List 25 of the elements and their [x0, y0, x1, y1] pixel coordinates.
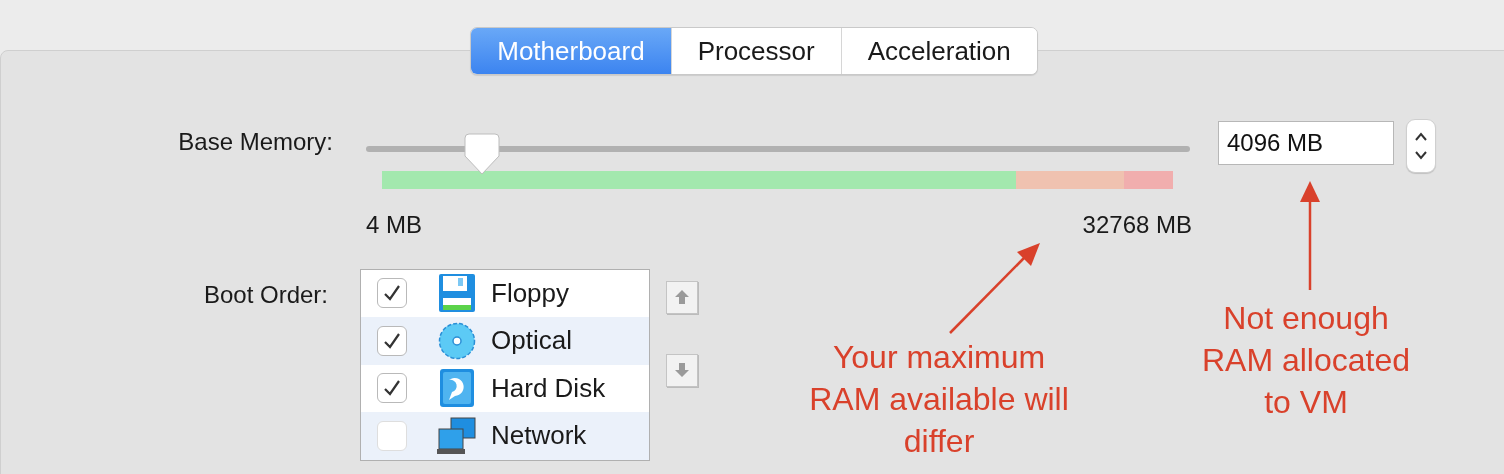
checkbox[interactable]: [377, 420, 407, 451]
checkbox[interactable]: [377, 373, 407, 404]
arrow-down-icon: [674, 362, 690, 379]
stepper-icon[interactable]: [1406, 119, 1436, 173]
boot-device-label: Floppy: [491, 277, 570, 309]
memory-input-field[interactable]: 4096 MB: [1218, 121, 1394, 165]
boot-device-label: Hard Disk: [491, 372, 606, 404]
move-down-button[interactable]: [666, 353, 698, 387]
field-label: Base Memory:: [178, 128, 334, 157]
boot-device-label: Network: [491, 420, 587, 452]
scale-max-label: 32768 MB: [1082, 211, 1192, 241]
slider-thumb[interactable]: [464, 133, 501, 175]
boot-device-label: Optical: [491, 325, 572, 357]
annotation-note: Not enough RAM allocated to VM: [1200, 299, 1412, 422]
tab[interactable]: Processor: [670, 28, 841, 74]
move-up-button[interactable]: [666, 280, 698, 314]
checkbox[interactable]: [377, 325, 407, 356]
checkbox[interactable]: [377, 278, 407, 309]
field-label: Boot Order:: [202, 279, 329, 309]
network-icon: [437, 416, 477, 455]
annotation-note: Your maximum RAM available will differ: [808, 338, 1070, 461]
tab[interactable]: Acceleration: [840, 28, 1037, 74]
arrow-up-icon: [674, 289, 690, 306]
disc-icon: [438, 321, 476, 360]
scale-min-label: 4 MB: [366, 211, 422, 241]
